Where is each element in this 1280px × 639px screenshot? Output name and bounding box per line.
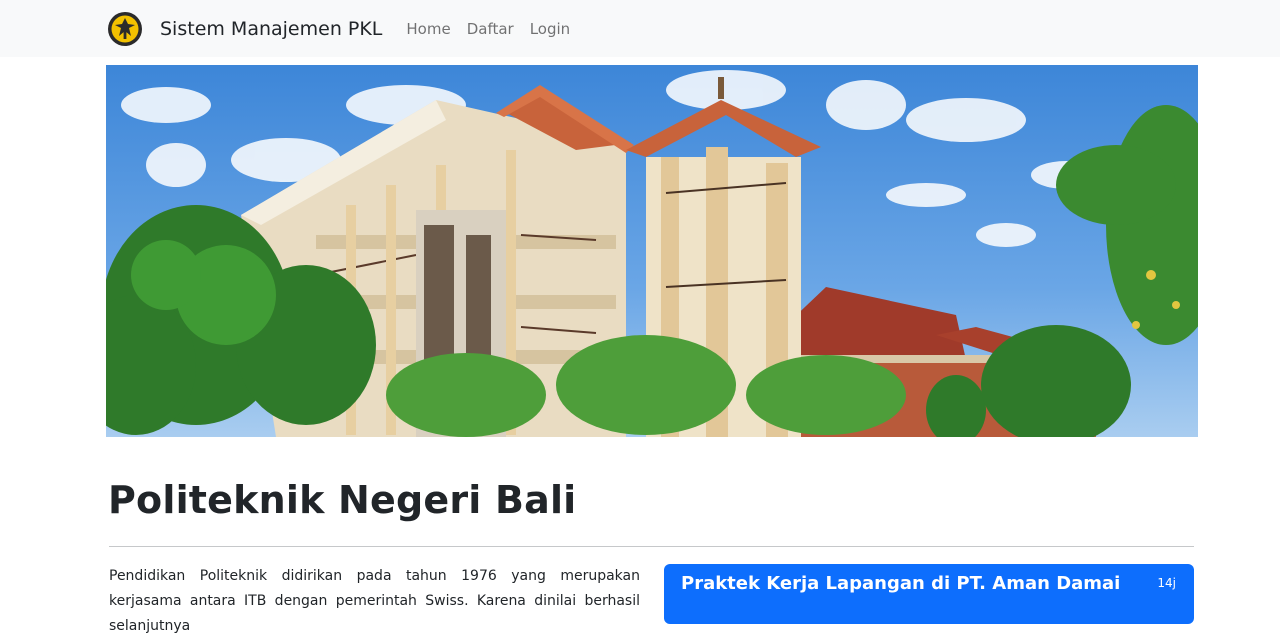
intro-paragraph: Pendidikan Politeknik didirikan pada tah… — [109, 568, 640, 634]
nav-links: Home Daftar Login — [406, 20, 586, 38]
brand-link[interactable]: Sistem Manajemen PKL — [160, 18, 382, 40]
page-title: Politeknik Negeri Bali — [108, 478, 577, 522]
logo-icon[interactable] — [107, 11, 143, 47]
nav-link-daftar[interactable]: Daftar — [467, 20, 514, 38]
news-card[interactable]: Praktek Kerja Lapangan di PT. Aman Damai… — [664, 564, 1194, 624]
news-card-time: 14j — [1157, 576, 1176, 590]
section-divider — [109, 546, 1194, 547]
navbar-inner: Sistem Manajemen PKL Home Daftar Login — [107, 11, 586, 47]
nav-link-home[interactable]: Home — [406, 20, 450, 38]
news-card-title[interactable]: Praktek Kerja Lapangan di PT. Aman Damai — [681, 573, 1120, 594]
nav-link-login[interactable]: Login — [530, 20, 570, 38]
hero-banner-image — [106, 65, 1198, 437]
navbar: Sistem Manajemen PKL Home Daftar Login — [0, 0, 1280, 57]
